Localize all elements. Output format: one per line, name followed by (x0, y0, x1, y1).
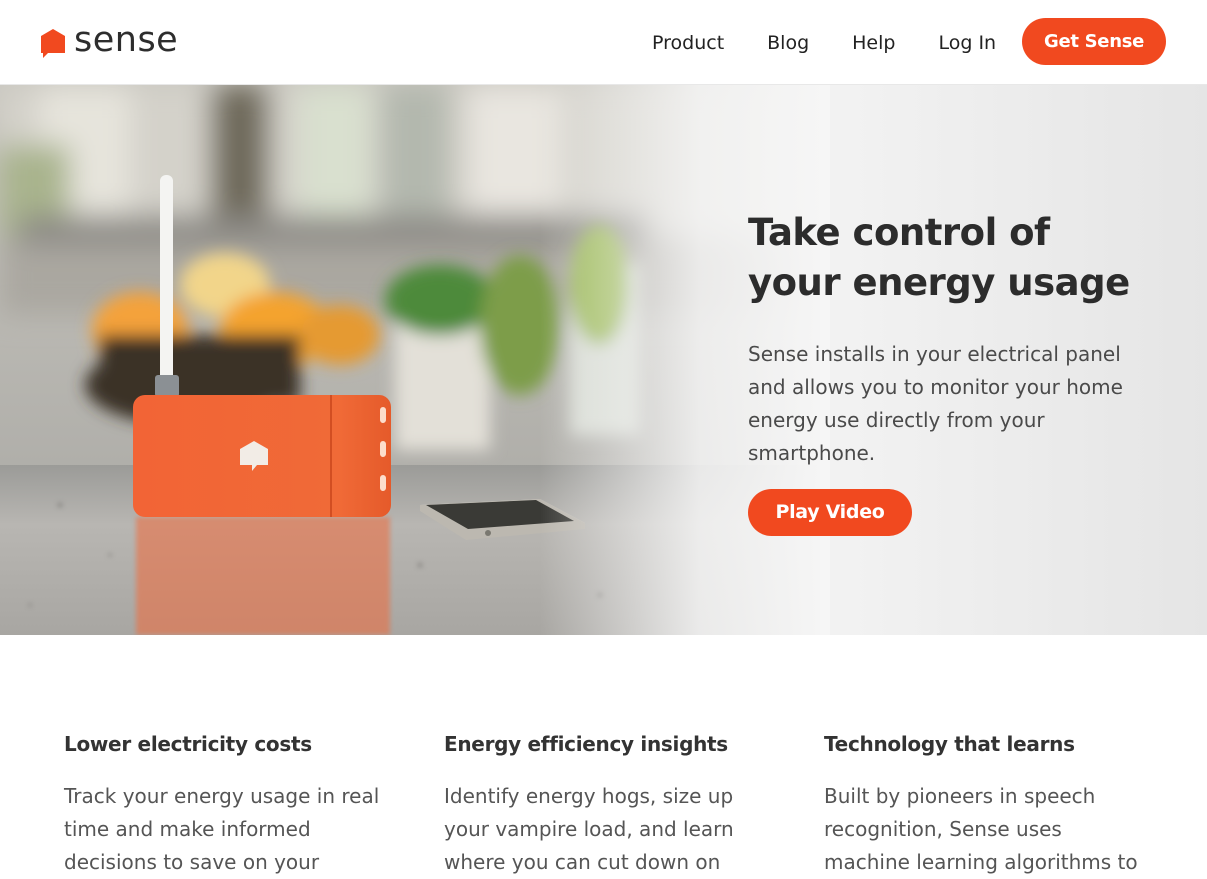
get-sense-button[interactable]: Get Sense (1022, 18, 1166, 65)
sense-logo-icon (41, 28, 65, 58)
nav-blog[interactable]: Blog (767, 30, 809, 56)
hero-title: Take control of your energy usage (748, 211, 1130, 304)
nav-product[interactable]: Product (652, 30, 724, 56)
features-section: Lower electricity costs Track your energ… (0, 635, 1207, 874)
feature-description: Identify energy hogs, size up your vampi… (444, 784, 734, 874)
hero-section: Take control of your energy usage Sense … (0, 85, 1207, 635)
feature-description: Built by pioneers in speech recognition,… (824, 784, 1138, 874)
nav-log-in[interactable]: Log In (938, 30, 996, 56)
feature-title: Lower electricity costs (64, 732, 312, 756)
brand-name: sense (74, 20, 179, 60)
feature-lower-costs: Lower electricity costs Track your energ… (64, 731, 394, 879)
nav-help[interactable]: Help (852, 30, 895, 56)
main-nav: Product Blog Help Log In (652, 30, 996, 56)
brand-logo[interactable]: sense (40, 20, 179, 60)
site-header: sense Product Blog Help Log In Get Sense (0, 0, 1207, 85)
feature-title: Technology that learns (824, 732, 1075, 756)
feature-title: Energy efficiency insights (444, 732, 728, 756)
hero-copy: Take control of your energy usage Sense … (748, 208, 1148, 470)
feature-efficiency-insights: Energy efficiency insights Identify ener… (444, 731, 774, 879)
hero-description: Sense installs in your electrical panel … (748, 342, 1123, 465)
feature-technology-learns: Technology that learns Built by pioneers… (824, 731, 1154, 879)
feature-description: Track your energy usage in real time and… (64, 784, 380, 874)
play-video-button[interactable]: Play Video (748, 489, 912, 536)
